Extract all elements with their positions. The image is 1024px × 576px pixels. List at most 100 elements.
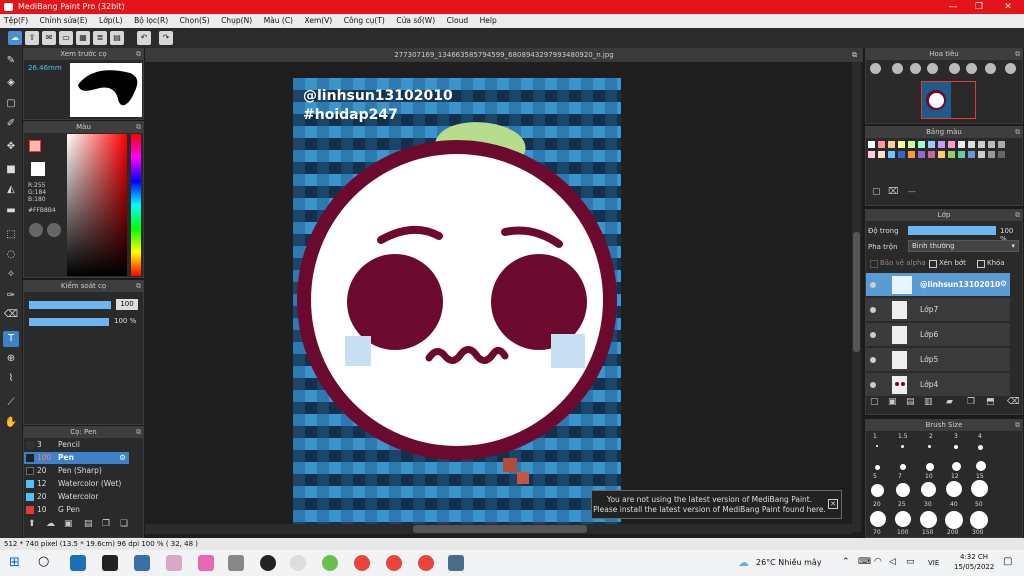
popout-icon[interactable]: ⧉ — [1015, 210, 1020, 221]
search-icon[interactable]: ○ — [38, 554, 49, 569]
add-layer-menu-icon[interactable]: ▥ — [924, 397, 933, 407]
notice-close-icon[interactable]: ✕ — [828, 499, 838, 509]
palette-swatch[interactable] — [988, 141, 995, 148]
brush-size-dot[interactable] — [926, 463, 934, 471]
brush-size-value[interactable]: 100 — [116, 299, 138, 310]
hue-slider[interactable] — [131, 134, 141, 276]
divide-tool-icon[interactable]: ⟋ — [3, 395, 19, 411]
secondary-color-swatch[interactable] — [31, 162, 45, 176]
brush-size-dot[interactable] — [954, 445, 958, 449]
gradient-tool-icon[interactable]: ▬ — [3, 203, 19, 219]
primary-color-swatch[interactable] — [29, 140, 41, 152]
merge-layer-icon[interactable]: ⬒ — [986, 397, 995, 407]
brush-opacity-slider[interactable] — [29, 318, 109, 326]
vertical-scroll-thumb[interactable] — [853, 232, 860, 352]
brush-size-dot[interactable] — [895, 511, 911, 527]
brush-item-pen-sharp[interactable]: 20 Pen (Sharp) — [24, 465, 129, 477]
redo-icon[interactable]: ↷ — [159, 31, 173, 45]
menu-tools[interactable]: Công cụ(T) — [344, 16, 385, 25]
windows-start-icon[interactable]: ⊞ — [9, 555, 20, 570]
navigator-viewport[interactable] — [921, 81, 976, 119]
capcut-icon[interactable] — [102, 555, 118, 571]
palette-swatch[interactable] — [908, 141, 915, 148]
palette-swatch[interactable] — [998, 141, 1005, 148]
duplicate-layer-icon[interactable]: ❐ — [967, 397, 975, 407]
palette-swatch[interactable] — [928, 151, 935, 158]
chevron-up-icon[interactable]: ⌃ — [842, 557, 850, 567]
brush-size-dot[interactable] — [976, 461, 986, 471]
brush-size-dot[interactable] — [952, 462, 961, 471]
eraser-tool-icon[interactable]: ◈ — [3, 75, 19, 91]
camera-icon[interactable] — [228, 555, 244, 571]
zoom-out-icon[interactable] — [892, 63, 903, 74]
menu-snap[interactable]: Chụp(N) — [221, 16, 252, 25]
palette-swatch[interactable] — [898, 151, 905, 158]
menu-window[interactable]: Cửa sổ(W) — [396, 16, 435, 25]
canvas-image[interactable]: @linhsun13102010 #hoidap247 — [293, 78, 621, 524]
zoom-in-icon[interactable] — [870, 63, 881, 74]
brush-size-dot[interactable] — [876, 445, 878, 447]
new-brush-icon[interactable]: ▣ — [64, 519, 73, 529]
eye-icon[interactable] — [870, 332, 876, 338]
move-tool-icon[interactable]: ✥ — [3, 139, 19, 155]
palette-swatch[interactable] — [938, 151, 945, 158]
copy-brush-icon[interactable]: ▤ — [84, 519, 93, 529]
horizontal-scrollbar[interactable] — [145, 524, 852, 534]
maximize-button[interactable]: ❐ — [965, 0, 993, 14]
brush-size-slider[interactable] — [29, 301, 111, 309]
rotate-right-icon[interactable] — [966, 63, 977, 74]
menu-file[interactable]: Tệp(F) — [4, 16, 28, 25]
palette-swatch[interactable] — [878, 141, 885, 148]
palette-swatch[interactable] — [998, 151, 1005, 158]
popout-icon[interactable]: ⧉ — [136, 427, 141, 438]
popout-icon[interactable]: ⧉ — [136, 49, 141, 60]
brush-size-dot[interactable] — [978, 445, 983, 450]
brush-size-dot[interactable] — [928, 445, 931, 448]
menu-color[interactable]: Màu (C) — [264, 16, 293, 25]
pen-tool-icon[interactable]: ✐ — [3, 116, 19, 132]
operation-tool-icon[interactable]: ⊕ — [3, 351, 19, 367]
palette-swatch[interactable] — [878, 151, 885, 158]
document-tab[interactable]: 277307169_1346635857945​99_6808943297993… — [145, 48, 863, 62]
palette-swatch[interactable] — [898, 141, 905, 148]
fill-rect-icon[interactable]: ■ — [3, 162, 19, 178]
palette-swatch[interactable] — [918, 151, 925, 158]
palette-swatch[interactable] — [928, 141, 935, 148]
brush-item-pencil[interactable]: 3 Pencil — [24, 439, 129, 451]
app-taskbar-icon[interactable] — [290, 555, 306, 571]
clock[interactable]: 4:32 CH 15/05/2022 — [954, 552, 994, 572]
popout-icon[interactable]: ⧉ — [136, 122, 141, 133]
palette-swatch[interactable] — [888, 151, 895, 158]
horizontal-scroll-thumb[interactable] — [413, 525, 587, 533]
select-tool-icon[interactable]: ⬚ — [3, 227, 19, 243]
rotate-left-icon[interactable] — [949, 63, 960, 74]
palette-swatch[interactable] — [958, 151, 965, 158]
delete-palette-icon[interactable]: ⌧ — [888, 187, 898, 197]
brush-size-dot[interactable] — [896, 483, 910, 497]
language-indicator[interactable]: VIE — [928, 559, 939, 567]
tab-popout-icon[interactable]: ⧉ — [852, 48, 857, 62]
vertical-scrollbar[interactable] — [852, 62, 861, 532]
layer-row-4[interactable]: Lớp4 — [866, 373, 1010, 397]
lasso-tool-icon[interactable]: ◌ — [3, 247, 19, 263]
color-saturation-box[interactable] — [67, 134, 127, 276]
chrome-icon[interactable] — [386, 555, 402, 571]
message-icon[interactable]: ▭ — [59, 31, 73, 45]
volume-icon[interactable]: ◁ — [889, 557, 896, 567]
brush-size-dot[interactable] — [871, 484, 884, 497]
upload-icon[interactable]: ⇪ — [25, 31, 39, 45]
eye-icon[interactable] — [870, 307, 876, 313]
brush-size-dot[interactable] — [971, 480, 988, 497]
layer-row-6[interactable]: Lớp6 — [866, 323, 1010, 347]
trash-icon[interactable]: ⌫ — [1007, 397, 1020, 407]
chrome-icon[interactable] — [354, 555, 370, 571]
list-icon[interactable]: ≣ — [93, 31, 107, 45]
brush-size-dot[interactable] — [875, 465, 880, 470]
layer-row-5[interactable]: Lớp5 — [866, 348, 1010, 372]
layer-opacity-slider[interactable] — [908, 226, 996, 235]
brush-size-dot[interactable] — [870, 511, 886, 527]
network-icon[interactable]: ⌨ — [858, 557, 871, 567]
eye-icon[interactable] — [870, 357, 876, 363]
layer-row-7[interactable]: Lớp7 — [866, 298, 1010, 322]
update-notice[interactable]: You are not using the latest version of … — [591, 490, 842, 519]
